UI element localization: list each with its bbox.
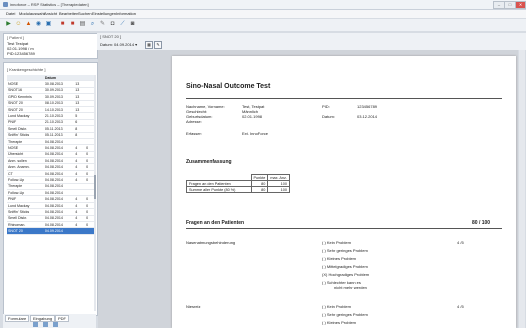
document-scrollbar[interactable]: [519, 50, 525, 328]
creator-value: Ext. InnoForce: [242, 131, 269, 136]
calendar-icon[interactable]: ▦: [145, 41, 153, 49]
date-label: Datum: 04.09.2014 ▾: [100, 42, 138, 47]
date-label: Datum:: [322, 114, 335, 119]
camera-alt-icon[interactable]: ◙: [128, 20, 137, 29]
search-icon[interactable]: ⌕: [88, 20, 97, 29]
chart-line-icon[interactable]: ⟋: [118, 20, 127, 29]
user-icon[interactable]: ☺: [14, 20, 23, 29]
q1-option-selected: (X) Hochgradiges Problem: [322, 272, 370, 277]
dob-value: 02.01.1998: [242, 114, 263, 119]
patient-header: [ Patient ]: [7, 35, 24, 40]
q2-score: 4 /5: [457, 304, 464, 309]
questions-score: 80 / 100: [472, 220, 491, 226]
menu-einstellungen[interactable]: Einstellungen: [92, 11, 116, 16]
table-cell: 04.09.2014: [43, 227, 75, 235]
table-cell: [74, 227, 86, 235]
patient-pid: PID:123456789: [7, 51, 35, 56]
form-header: [ SNOT 20 ]: [100, 34, 122, 39]
menu-suchen[interactable]: Suchen: [78, 11, 92, 16]
form-header-bar: [ SNOT 20 ] Datum: 04.09.2014 ▾ ▦ ✎: [97, 33, 526, 50]
q2-option: ( ) Kein Problem: [322, 304, 351, 309]
history-table: Datum NOSE 30.08.2013 13 SNOT16 30.09.2013 13…: [7, 75, 96, 235]
q1-option: ( ) Mittelgradiges Problem: [322, 264, 368, 269]
pid-value: 123456789: [357, 104, 378, 109]
open-icon[interactable]: ▶: [4, 20, 13, 29]
q1-option: ( ) Kein Problem: [322, 240, 351, 245]
document-page: Sino-Nasal Outcome Test Nachname, Vornam…: [172, 56, 516, 328]
print-icon[interactable]: ▤: [78, 20, 87, 29]
history-header: [ Krankengeschichte ]: [7, 67, 46, 72]
divider: [186, 98, 502, 99]
tab-eingabung[interactable]: Eingabung: [30, 315, 56, 322]
book-icon[interactable]: ▣: [44, 20, 53, 29]
date-label-text: Datum:: [100, 42, 113, 47]
summary-row-points: 80: [250, 186, 269, 193]
document-title: Sino-Nasal Outcome Test: [186, 83, 271, 90]
form-icon[interactable]: [33, 322, 38, 327]
divider: [186, 228, 502, 229]
summary-heading: Zusammenfassung: [186, 159, 232, 165]
window-title: innoforce – RSP Statistics – [Therapieda…: [10, 2, 89, 7]
table-row[interactable]: SNOT 20 04.09.2014: [7, 227, 96, 235]
pen-icon[interactable]: ✎: [98, 20, 107, 29]
date-value[interactable]: 04.09.2014: [114, 42, 134, 47]
date-value: 03.12.2014: [357, 114, 378, 119]
menu-bearbeiten[interactable]: Bearbeiten: [59, 11, 78, 16]
summary-table: Punkte max. Anz. Fragen an den Patienten…: [186, 174, 290, 193]
pid-label: PID:: [322, 104, 330, 109]
toolbar: ▶ ☺ ▲ ◉ ▣ ■ ■ ▤ ⌕ ✎ ◘ ⟋ ◙: [0, 19, 526, 31]
summary-row-max: 100: [267, 186, 290, 193]
q1-option: ( ) Kleines Problem: [322, 256, 357, 261]
summary-row-label: Summe aller Punkte (80 %): [186, 186, 252, 193]
q2-label: Niesreiz: [186, 304, 201, 309]
close-button[interactable]: ✕: [515, 1, 526, 9]
q1-label: Nasenatmungsbehinderung: [186, 240, 236, 245]
questions-heading: Fragen an den Patienten: [186, 220, 245, 226]
history-scrollbar[interactable]: [94, 75, 96, 311]
database-icon[interactable]: ■: [58, 20, 67, 29]
chart-icon[interactable]: ▲: [24, 20, 33, 29]
edit-icon[interactable]: ✎: [154, 41, 162, 49]
address-label: Adresse:: [186, 119, 202, 124]
scrollbar-thumb[interactable]: [94, 175, 96, 199]
app-icon: [3, 2, 8, 7]
q1-score: 4 /5: [457, 240, 464, 245]
patient-panel: [ Patient ] Test Testpat 02.01.1998 / m …: [3, 33, 98, 59]
pdf-icon[interactable]: [53, 322, 58, 327]
q1-option-cont: nicht mehr werden: [334, 285, 367, 290]
export-icon[interactable]: [43, 322, 48, 327]
menu-bar: Datei Modulauswahl Ansicht Bearbeiten Su…: [0, 10, 526, 18]
q2-option: ( ) Sehr geringes Problem: [322, 312, 368, 317]
globe-icon[interactable]: ◉: [34, 20, 43, 29]
menu-ansicht[interactable]: Ansicht: [44, 11, 57, 16]
menu-datei[interactable]: Datei: [6, 11, 15, 16]
title-bar: innoforce – RSP Statistics – [Therapieda…: [0, 0, 526, 10]
tab-pdf[interactable]: PDF: [55, 315, 69, 322]
menu-information[interactable]: Information: [116, 11, 136, 16]
table-cell: SNOT 20: [7, 227, 44, 235]
bottom-tabs: Formulare Eingabung PDF: [3, 314, 96, 328]
creator-label: Erfasser:: [186, 131, 203, 136]
menu-modulauswahl[interactable]: Modulauswahl: [19, 11, 45, 16]
camera-icon[interactable]: ◘: [108, 20, 117, 29]
book-red-icon[interactable]: ■: [68, 20, 77, 29]
history-panel: [ Krankengeschichte ] Datum NOSE 30.08.20…: [3, 62, 98, 316]
tab-formulare[interactable]: Formulare: [5, 315, 30, 322]
q1-option: ( ) Sehr geringes Problem: [322, 248, 368, 253]
q2-option: ( ) Kleines Problem: [322, 320, 357, 325]
